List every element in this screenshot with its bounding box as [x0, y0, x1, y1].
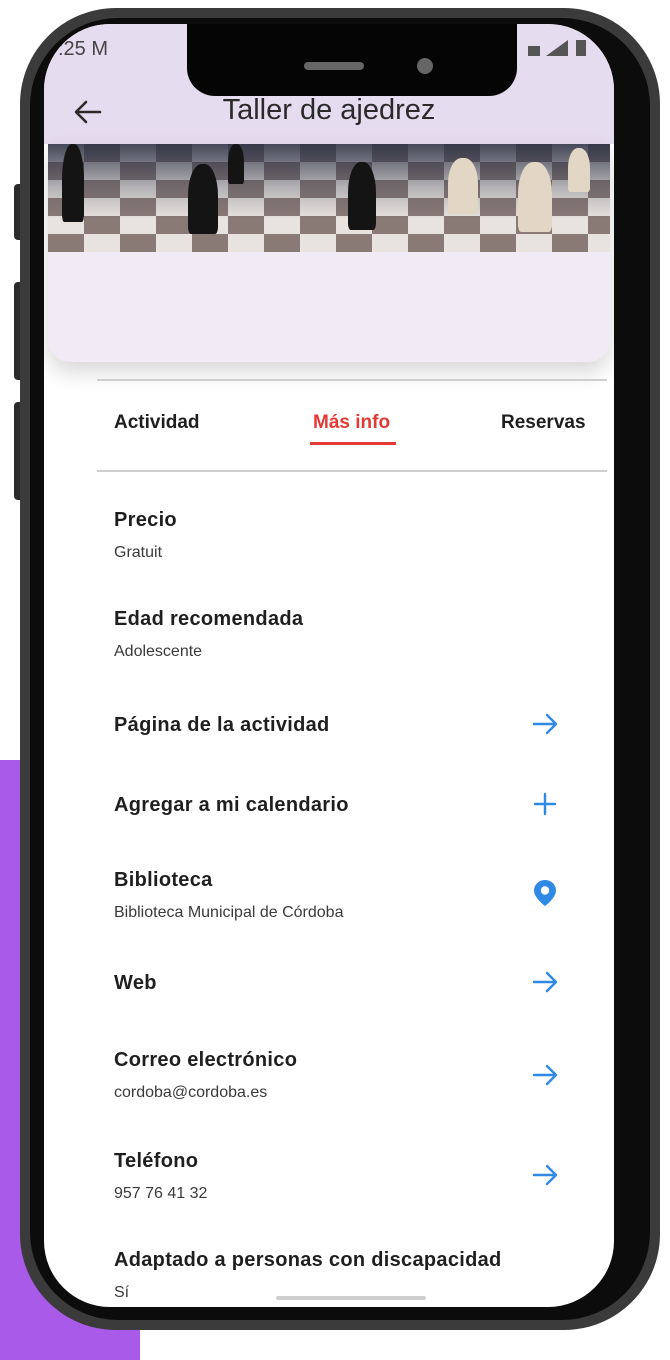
- camera-notch: [187, 24, 517, 96]
- row-title: Página de la actividad: [114, 714, 330, 736]
- row-title: Agregar a mi calendario: [114, 794, 349, 816]
- chess-piece: [568, 148, 590, 192]
- row-value: Biblioteca Municipal de Córdoba: [114, 904, 344, 921]
- row-value: 957 76 41 32: [114, 1185, 208, 1202]
- tab-actividad[interactable]: Actividad: [114, 412, 200, 434]
- tabs-bottom-divider: [97, 470, 607, 472]
- row-title: Correo electrónico: [114, 1049, 298, 1071]
- info-row-precio: Precio Gratuit: [114, 509, 584, 562]
- info-row-edad: Edad recomendada Adolescente: [114, 608, 584, 661]
- info-row-biblioteca[interactable]: Biblioteca Biblioteca Municipal de Córdo…: [114, 869, 584, 922]
- page-title: Taller de ajedrez: [222, 94, 436, 126]
- status-icons: [528, 40, 598, 56]
- arrow-right-icon[interactable]: [530, 967, 560, 997]
- row-value: Gratuit: [114, 544, 163, 561]
- row-title: Adaptado a personas con discapacidad: [114, 1249, 502, 1271]
- info-row-calendario[interactable]: Agregar a mi calendario: [114, 794, 584, 817]
- row-value: Adolescente: [114, 643, 203, 660]
- app-screen: :25 M Taller de ajedrez Actividad Más in…: [44, 24, 614, 1307]
- info-row-web[interactable]: Web: [114, 972, 584, 995]
- chess-piece: [448, 158, 478, 214]
- row-value: cordoba@cordoba.es: [114, 1084, 268, 1101]
- row-title: Teléfono: [114, 1150, 199, 1172]
- row-title: Precio: [114, 509, 177, 531]
- tab-reservas[interactable]: Reservas: [501, 412, 586, 434]
- info-row-adaptado: Adaptado a personas con discapacidad Sí: [114, 1249, 614, 1302]
- chess-piece: [518, 162, 552, 232]
- info-row-correo[interactable]: Correo electrónico cordoba@cordoba.es: [114, 1049, 584, 1102]
- row-title: Biblioteca: [114, 869, 213, 891]
- info-row-pagina-actividad[interactable]: Página de la actividad: [114, 714, 584, 737]
- status-time: :25 M: [58, 38, 109, 60]
- row-title: Web: [114, 972, 157, 994]
- chess-board-image: [48, 144, 610, 252]
- plus-icon[interactable]: [530, 789, 560, 819]
- arrow-right-icon[interactable]: [530, 709, 560, 739]
- tab-mas-info[interactable]: Más info: [313, 412, 390, 434]
- chess-piece: [348, 162, 376, 230]
- tabs-top-divider: [97, 379, 607, 381]
- front-camera: [417, 58, 433, 74]
- active-tab-indicator: [310, 442, 396, 445]
- activity-header-card: [48, 144, 610, 362]
- speaker-grille: [304, 62, 364, 70]
- home-indicator[interactable]: [276, 1296, 426, 1300]
- arrow-right-icon[interactable]: [530, 1160, 560, 1190]
- chess-piece: [188, 164, 218, 234]
- row-title: Edad recomendada: [114, 608, 304, 630]
- chess-piece: [62, 144, 84, 222]
- arrow-right-icon[interactable]: [530, 1060, 560, 1090]
- info-row-telefono[interactable]: Teléfono 957 76 41 32: [114, 1150, 584, 1203]
- chess-piece: [228, 144, 244, 184]
- map-pin-icon[interactable]: [530, 878, 560, 908]
